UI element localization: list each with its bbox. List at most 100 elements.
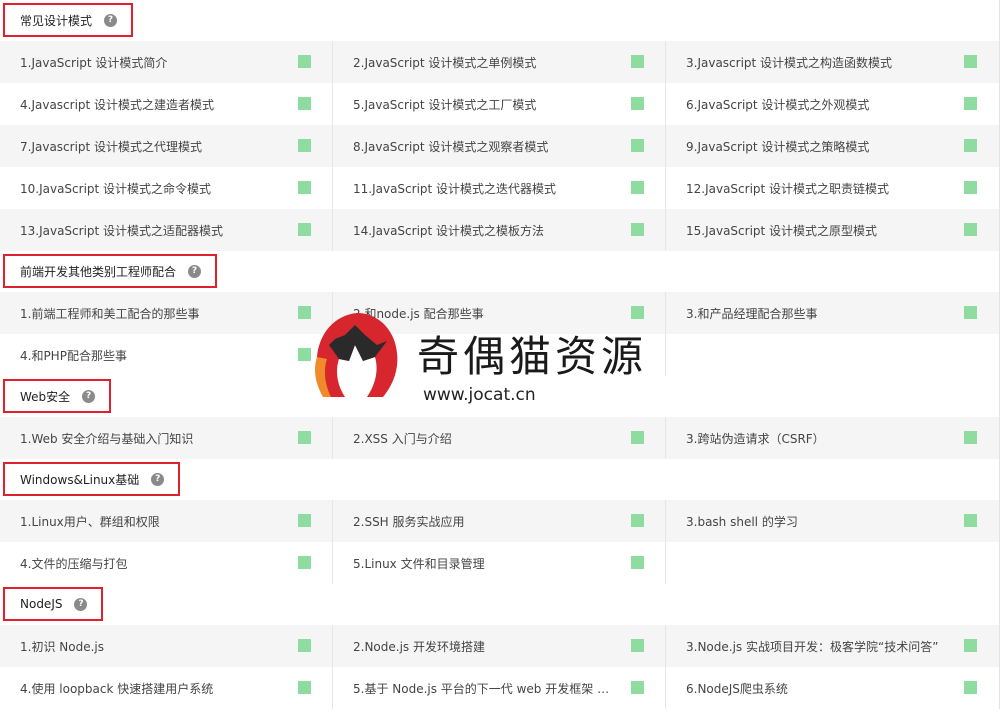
lesson-item[interactable]: 1.Linux用户、群组和权限 — [0, 500, 333, 542]
question-circle-icon[interactable]: ? — [151, 472, 165, 486]
green-square-icon — [631, 306, 644, 319]
lesson-link[interactable]: 10.JavaScript 设计模式之命令模式 — [20, 180, 211, 197]
lesson-item[interactable]: 14.JavaScript 设计模式之模板方法 — [333, 209, 666, 251]
lesson-link[interactable]: 4.文件的压缩与打包 — [20, 555, 127, 572]
lesson-link[interactable]: 1.前端工程师和美工配合的那些事 — [20, 305, 199, 322]
lesson-item[interactable]: 8.JavaScript 设计模式之观察者模式 — [333, 125, 666, 167]
lesson-link[interactable]: 2.XSS 入门与介绍 — [353, 430, 452, 447]
lesson-row: 10.JavaScript 设计模式之命令模式 11.JavaScript 设计模… — [0, 167, 999, 209]
lesson-link[interactable]: 4.使用 loopback 快速搭建用户系统 — [20, 680, 213, 697]
empty-cell — [666, 542, 999, 584]
lesson-link[interactable]: 5.JavaScript 设计模式之工厂模式 — [353, 96, 536, 113]
question-circle-icon[interactable]: ? — [74, 597, 88, 611]
lesson-item[interactable]: 6.JavaScript 设计模式之外观模式 — [666, 83, 999, 125]
lesson-link[interactable]: 7.Javascript 设计模式之代理模式 — [20, 138, 202, 155]
green-square-icon — [631, 431, 644, 444]
lesson-item[interactable]: 11.JavaScript 设计模式之迭代器模式 — [333, 167, 666, 209]
lesson-link[interactable]: 4.和PHP配合那些事 — [20, 347, 127, 364]
section-title: 前端开发其他类别工程师配合 — [20, 264, 177, 279]
lesson-item[interactable]: 10.JavaScript 设计模式之命令模式 — [0, 167, 333, 209]
green-square-icon — [298, 514, 311, 527]
lesson-item[interactable]: 2.XSS 入门与介绍 — [333, 417, 666, 459]
lesson-link[interactable]: 8.JavaScript 设计模式之观察者模式 — [353, 138, 548, 155]
lesson-link[interactable]: 1.Linux用户、群组和权限 — [20, 513, 160, 530]
lesson-link[interactable]: 1.初识 Node.js — [20, 638, 104, 655]
lesson-item[interactable]: 2.SSH 服务实战应用 — [333, 500, 666, 542]
lesson-row: 4.文件的压缩与打包 5.Linux 文件和目录管理 — [0, 542, 999, 584]
lesson-row: 4.使用 loopback 快速搭建用户系统 5.基于 Node.js 平台的下一… — [0, 667, 999, 709]
lesson-row: 1.JavaScript 设计模式简介 2.JavaScript 设计模式之单例模… — [0, 41, 999, 83]
lesson-row: 4.Javascript 设计模式之建造者模式 5.JavaScript 设计模式… — [0, 83, 999, 125]
lesson-link[interactable]: 6.JavaScript 设计模式之外观模式 — [686, 96, 869, 113]
empty-cell — [333, 334, 666, 376]
lesson-row: 1.前端工程师和美工配合的那些事 2.和node.js 配合那些事 3.和产品经理配… — [0, 292, 999, 334]
question-circle-icon[interactable]: ? — [104, 13, 118, 27]
green-square-icon — [631, 556, 644, 569]
lesson-link[interactable]: 11.JavaScript 设计模式之迭代器模式 — [353, 180, 556, 197]
lesson-link[interactable]: 5.基于 Node.js 平台的下一代 web 开发框架 koa — [353, 680, 613, 697]
section-title-box: 常见设计模式? — [3, 3, 134, 37]
green-square-icon — [631, 55, 644, 68]
section-header: Windows&Linux基础? — [0, 459, 999, 500]
lesson-link[interactable]: 9.JavaScript 设计模式之策略模式 — [686, 138, 869, 155]
lesson-item[interactable]: 3.Node.js 实战项目开发：极客学院“技术问答” — [666, 625, 999, 667]
lesson-item[interactable]: 5.Linux 文件和目录管理 — [333, 542, 666, 584]
section-header: 常见设计模式? — [0, 0, 999, 41]
lesson-item[interactable]: 5.基于 Node.js 平台的下一代 web 开发框架 koa — [333, 667, 666, 709]
lesson-item[interactable]: 2.和node.js 配合那些事 — [333, 292, 666, 334]
lesson-item[interactable]: 4.文件的压缩与打包 — [0, 542, 333, 584]
green-square-icon — [298, 348, 311, 361]
section-header: 前端开发其他类别工程师配合? — [0, 251, 999, 292]
section-title-box: 前端开发其他类别工程师配合? — [3, 254, 218, 288]
lesson-row: 1.Linux用户、群组和权限 2.SSH 服务实战应用 3.bash shell … — [0, 500, 999, 542]
lesson-item[interactable]: 9.JavaScript 设计模式之策略模式 — [666, 125, 999, 167]
lesson-link[interactable]: 1.JavaScript 设计模式简介 — [20, 54, 167, 71]
lesson-item[interactable]: 4.和PHP配合那些事 — [0, 334, 333, 376]
section-title: Windows&Linux基础 — [20, 472, 140, 487]
lesson-item[interactable]: 4.Javascript 设计模式之建造者模式 — [0, 83, 333, 125]
lesson-link[interactable]: 6.NodeJS爬虫系统 — [686, 680, 788, 697]
lesson-item[interactable]: 3.和产品经理配合那些事 — [666, 292, 999, 334]
lesson-link[interactable]: 3.bash shell 的学习 — [686, 513, 798, 530]
lesson-item[interactable]: 2.JavaScript 设计模式之单例模式 — [333, 41, 666, 83]
lesson-link[interactable]: 2.SSH 服务实战应用 — [353, 513, 465, 530]
lesson-item[interactable]: 7.Javascript 设计模式之代理模式 — [0, 125, 333, 167]
lesson-item[interactable]: 1.JavaScript 设计模式简介 — [0, 41, 333, 83]
green-square-icon — [298, 223, 311, 236]
lesson-item[interactable]: 13.JavaScript 设计模式之适配器模式 — [0, 209, 333, 251]
lesson-link[interactable]: 4.Javascript 设计模式之建造者模式 — [20, 96, 214, 113]
lesson-item[interactable]: 1.Web 安全介绍与基础入门知识 — [0, 417, 333, 459]
lesson-link[interactable]: 3.跨站伪造请求（CSRF） — [686, 430, 825, 447]
lesson-item[interactable]: 1.前端工程师和美工配合的那些事 — [0, 292, 333, 334]
lesson-item[interactable]: 3.bash shell 的学习 — [666, 500, 999, 542]
lesson-link[interactable]: 2.和node.js 配合那些事 — [353, 305, 484, 322]
lesson-link[interactable]: 1.Web 安全介绍与基础入门知识 — [20, 430, 193, 447]
lesson-item[interactable]: 4.使用 loopback 快速搭建用户系统 — [0, 667, 333, 709]
lesson-link[interactable]: 5.Linux 文件和目录管理 — [353, 555, 485, 572]
lesson-link[interactable]: 13.JavaScript 设计模式之适配器模式 — [20, 222, 223, 239]
lesson-link[interactable]: 12.JavaScript 设计模式之职责链模式 — [686, 180, 889, 197]
lesson-link[interactable]: 3.Javascript 设计模式之构造函数模式 — [686, 54, 892, 71]
question-circle-icon[interactable]: ? — [82, 389, 96, 403]
lesson-link[interactable]: 3.Node.js 实战项目开发：极客学院“技术问答” — [686, 638, 938, 655]
green-square-icon — [298, 639, 311, 652]
lesson-link[interactable]: 15.JavaScript 设计模式之原型模式 — [686, 222, 877, 239]
lesson-item[interactable]: 1.初识 Node.js — [0, 625, 333, 667]
green-square-icon — [298, 681, 311, 694]
lesson-link[interactable]: 14.JavaScript 设计模式之模板方法 — [353, 222, 544, 239]
lesson-link[interactable]: 3.和产品经理配合那些事 — [686, 305, 817, 322]
lesson-item[interactable]: 2.Node.js 开发环境搭建 — [333, 625, 666, 667]
green-square-icon — [298, 431, 311, 444]
question-circle-icon[interactable]: ? — [188, 264, 202, 278]
green-square-icon — [631, 514, 644, 527]
lesson-item[interactable]: 15.JavaScript 设计模式之原型模式 — [666, 209, 999, 251]
green-square-icon — [298, 55, 311, 68]
section-title-box: Web安全? — [3, 379, 112, 413]
lesson-item[interactable]: 6.NodeJS爬虫系统 — [666, 667, 999, 709]
lesson-link[interactable]: 2.JavaScript 设计模式之单例模式 — [353, 54, 536, 71]
lesson-link[interactable]: 2.Node.js 开发环境搭建 — [353, 638, 485, 655]
lesson-item[interactable]: 3.Javascript 设计模式之构造函数模式 — [666, 41, 999, 83]
lesson-item[interactable]: 3.跨站伪造请求（CSRF） — [666, 417, 999, 459]
lesson-item[interactable]: 12.JavaScript 设计模式之职责链模式 — [666, 167, 999, 209]
lesson-item[interactable]: 5.JavaScript 设计模式之工厂模式 — [333, 83, 666, 125]
